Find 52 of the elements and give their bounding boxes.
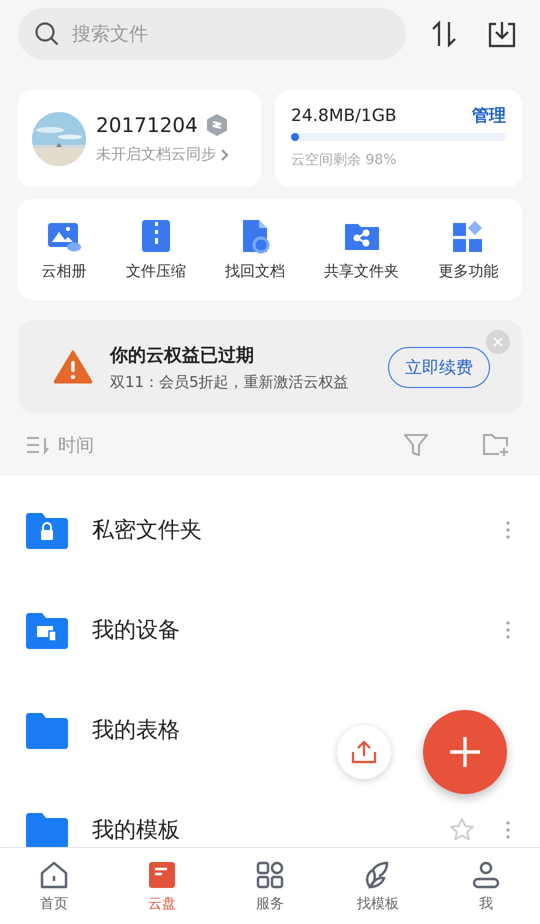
banner-text: 双11：会员5折起，重新激活云权益 (110, 372, 350, 392)
storage-usage: 24.8MB/1GB (291, 106, 397, 126)
device-folder-icon (26, 612, 68, 648)
document-icon (146, 859, 178, 891)
folder-name: 我的表格 (92, 717, 180, 745)
nav-tab[interactable]: 服务 (235, 859, 305, 913)
upload-icon (351, 740, 377, 764)
search-input[interactable]: 搜索文件 (70, 22, 390, 46)
nav-tab[interactable]: 找模板 (343, 859, 413, 913)
storage-remaining: 云空间剩余 98% (291, 151, 398, 169)
manage-button[interactable]: 管理 (472, 104, 506, 127)
folder-name: 我的设备 (92, 617, 180, 645)
chevron-right-icon (220, 148, 229, 162)
tool-button[interactable]: 找回文档 (222, 214, 287, 285)
close-icon (493, 337, 503, 347)
account-card[interactable]: 20171204 未开启文档云同步 (18, 90, 261, 187)
folder-name: 我的模板 (92, 817, 180, 845)
member-badge-icon (206, 113, 228, 137)
nav-tab[interactable]: 我 (451, 859, 521, 913)
more-icon (506, 521, 510, 539)
plus-icon (448, 735, 482, 769)
tool-button[interactable]: 更多功能 (436, 214, 500, 285)
folder-row[interactable]: 我的模板 (0, 780, 540, 847)
account-name: 20171204 (96, 113, 198, 137)
folder-row[interactable]: 私密文件夹 (0, 480, 540, 580)
warning-icon (54, 350, 92, 384)
search-bar[interactable]: 搜索文件 (18, 8, 406, 60)
home-icon (38, 859, 70, 891)
close-button[interactable] (486, 330, 510, 354)
folder-icon (26, 812, 68, 847)
tool-button[interactable]: 共享文件夹 (322, 214, 402, 285)
sort-list-icon (26, 435, 50, 455)
banner-title: 你的云权益已过期 (110, 344, 255, 366)
renew-button[interactable]: 立即续费 (388, 346, 490, 388)
folder-name: 私密文件夹 (92, 517, 202, 545)
user-icon (470, 859, 502, 891)
locked-folder-icon (26, 512, 68, 548)
new-folder-icon (482, 432, 510, 458)
folder-row[interactable]: 我的设备 (0, 580, 540, 680)
tool-button[interactable]: 文件压缩 (124, 214, 188, 285)
search-icon (34, 21, 60, 47)
folder-row[interactable]: 我的表格 (0, 680, 540, 780)
nav-tab[interactable]: 首页 (19, 859, 89, 913)
more-icon (506, 821, 510, 839)
star-icon (449, 817, 475, 843)
download-icon (487, 19, 517, 49)
nav-tab[interactable]: 云盘 (127, 859, 197, 913)
filter-icon (402, 431, 430, 459)
folder-icon (26, 712, 68, 748)
more-icon (506, 621, 510, 639)
grid-icon (254, 859, 286, 891)
tool-button[interactable]: 云相册 (40, 214, 89, 285)
